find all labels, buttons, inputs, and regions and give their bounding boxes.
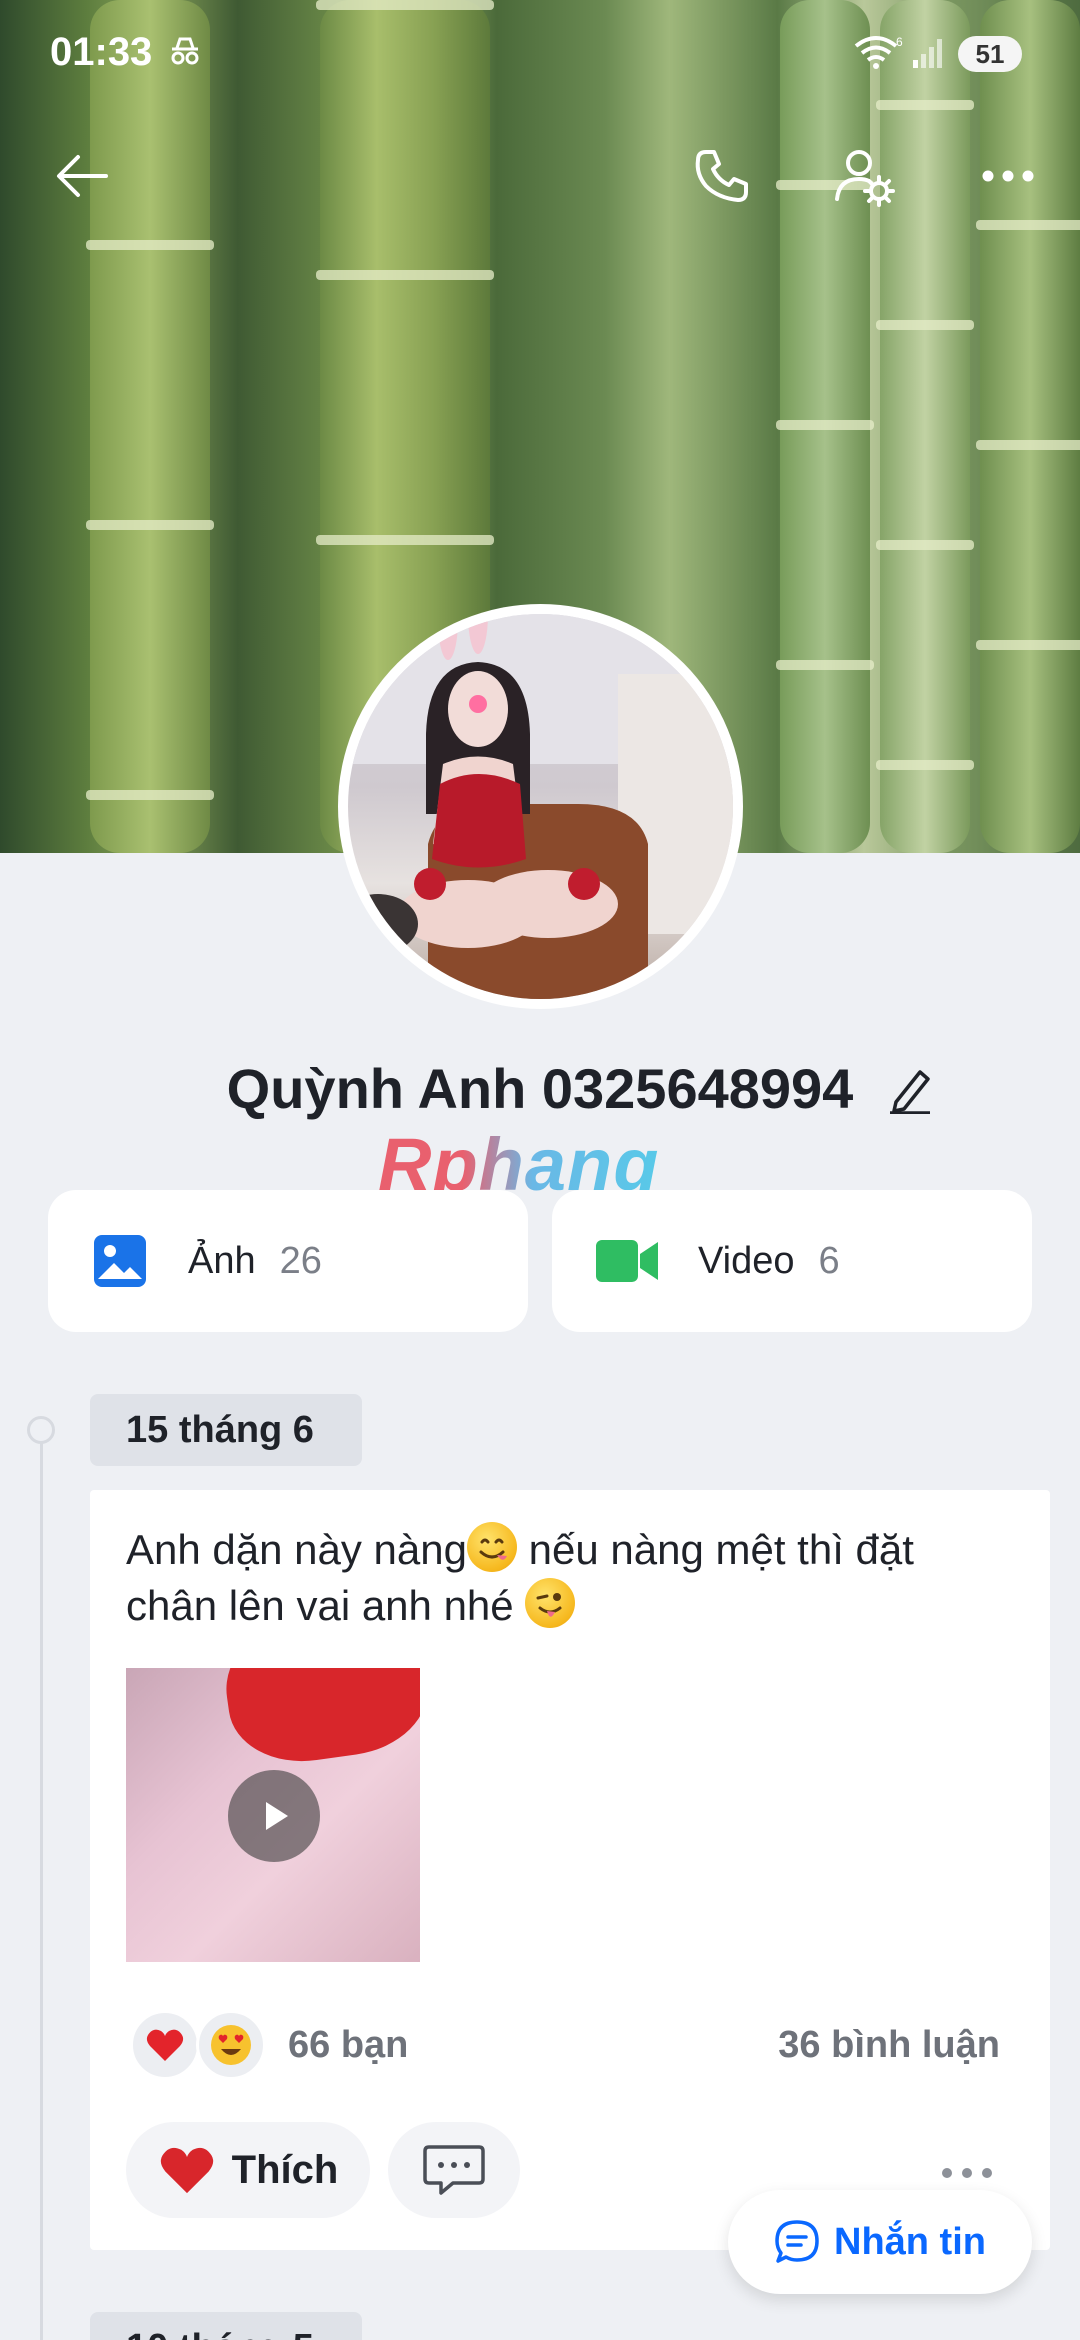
wink-tongue-emoji-icon — [525, 1578, 576, 1628]
more-icon — [982, 170, 1034, 182]
status-time: 01:33 — [50, 30, 153, 74]
heart-icon — [146, 2029, 184, 2061]
avatar-illustration — [348, 614, 733, 999]
timeline-date: 10 tháng 5 — [90, 2312, 362, 2340]
photos-label: Ảnh — [188, 1239, 256, 1282]
comments-count[interactable]: 36 bình luận — [778, 2024, 1000, 2067]
wifi-icon: 6 — [854, 35, 903, 69]
avatar[interactable] — [338, 604, 743, 1009]
like-label: Thích — [231, 2147, 339, 2192]
incognito-icon — [171, 37, 199, 65]
edit-name-button[interactable] — [888, 1066, 932, 1119]
play-button[interactable] — [228, 1770, 320, 1862]
love-reaction — [196, 2010, 266, 2080]
profile-name: Quỳnh Anh 0325648994 — [226, 1057, 854, 1120]
reactions-summary[interactable]: 66 bạn — [130, 2010, 408, 2080]
post-card[interactable]: Anh dặn này nàng nếu nàng mệt thì đặt ch… — [90, 1490, 1050, 2250]
chat-bubble-icon — [775, 2220, 819, 2263]
comment-icon — [423, 2145, 485, 2195]
video-camera-icon — [596, 1240, 658, 1282]
videos-count: 6 — [818, 1239, 840, 1282]
bamboo-stalk — [86, 0, 214, 853]
like-button[interactable]: Thích — [126, 2122, 370, 2218]
message-button[interactable]: Nhắn tin — [728, 2190, 1032, 2294]
post-text-part-1: Anh dặn này nàng — [126, 1526, 467, 1573]
profile-name-row: Quỳnh Anh 0325648994 — [0, 1056, 1080, 1121]
photos-card[interactable]: Ảnh 26 — [48, 1190, 528, 1332]
videos-card[interactable]: Video 6 — [552, 1190, 1032, 1332]
call-button[interactable] — [686, 140, 758, 212]
heart-reaction — [130, 2010, 200, 2080]
avatar-image — [348, 614, 733, 999]
heart-icon — [160, 2147, 213, 2194]
bamboo-stalk — [976, 0, 1080, 853]
more-options-button[interactable] — [972, 140, 1044, 212]
timeline-date: 15 tháng 6 — [90, 1394, 362, 1466]
yum-emoji-icon — [466, 1522, 517, 1572]
user-settings-icon — [835, 150, 895, 207]
post-more-button[interactable] — [940, 2166, 994, 2185]
back-arrow-icon — [57, 155, 108, 197]
more-icon — [942, 2168, 992, 2178]
reactions-count: 66 bạn — [288, 2023, 409, 2066]
phone-icon — [695, 150, 748, 202]
post-text: Anh dặn này nàng nếu nàng mệt thì đặt ch… — [126, 1522, 1006, 1634]
sticker-heart — [216, 1668, 420, 1772]
photo-icon — [94, 1235, 146, 1287]
edit-pencil-icon — [890, 1070, 930, 1115]
bamboo-stalk — [876, 0, 974, 853]
play-icon — [266, 1802, 288, 1830]
videos-label: Video — [698, 1239, 795, 1282]
signal-icon — [913, 39, 942, 68]
status-bar: 01:33 6 51 — [0, 0, 1080, 110]
back-button[interactable] — [46, 140, 118, 212]
timeline-dot — [27, 1416, 55, 1444]
message-label: Nhắn tin — [834, 2220, 986, 2263]
svg-text:6: 6 — [896, 35, 903, 49]
bamboo-stalk — [776, 0, 874, 853]
video-thumbnail[interactable] — [126, 1668, 420, 1962]
battery-indicator: 51 — [958, 36, 1022, 72]
heart-eyes-emoji-icon — [211, 2025, 251, 2065]
photos-count: 26 — [279, 1239, 322, 1282]
comment-button[interactable] — [388, 2122, 520, 2218]
profile-settings-button[interactable] — [828, 140, 900, 212]
timeline-line — [40, 1430, 43, 2340]
